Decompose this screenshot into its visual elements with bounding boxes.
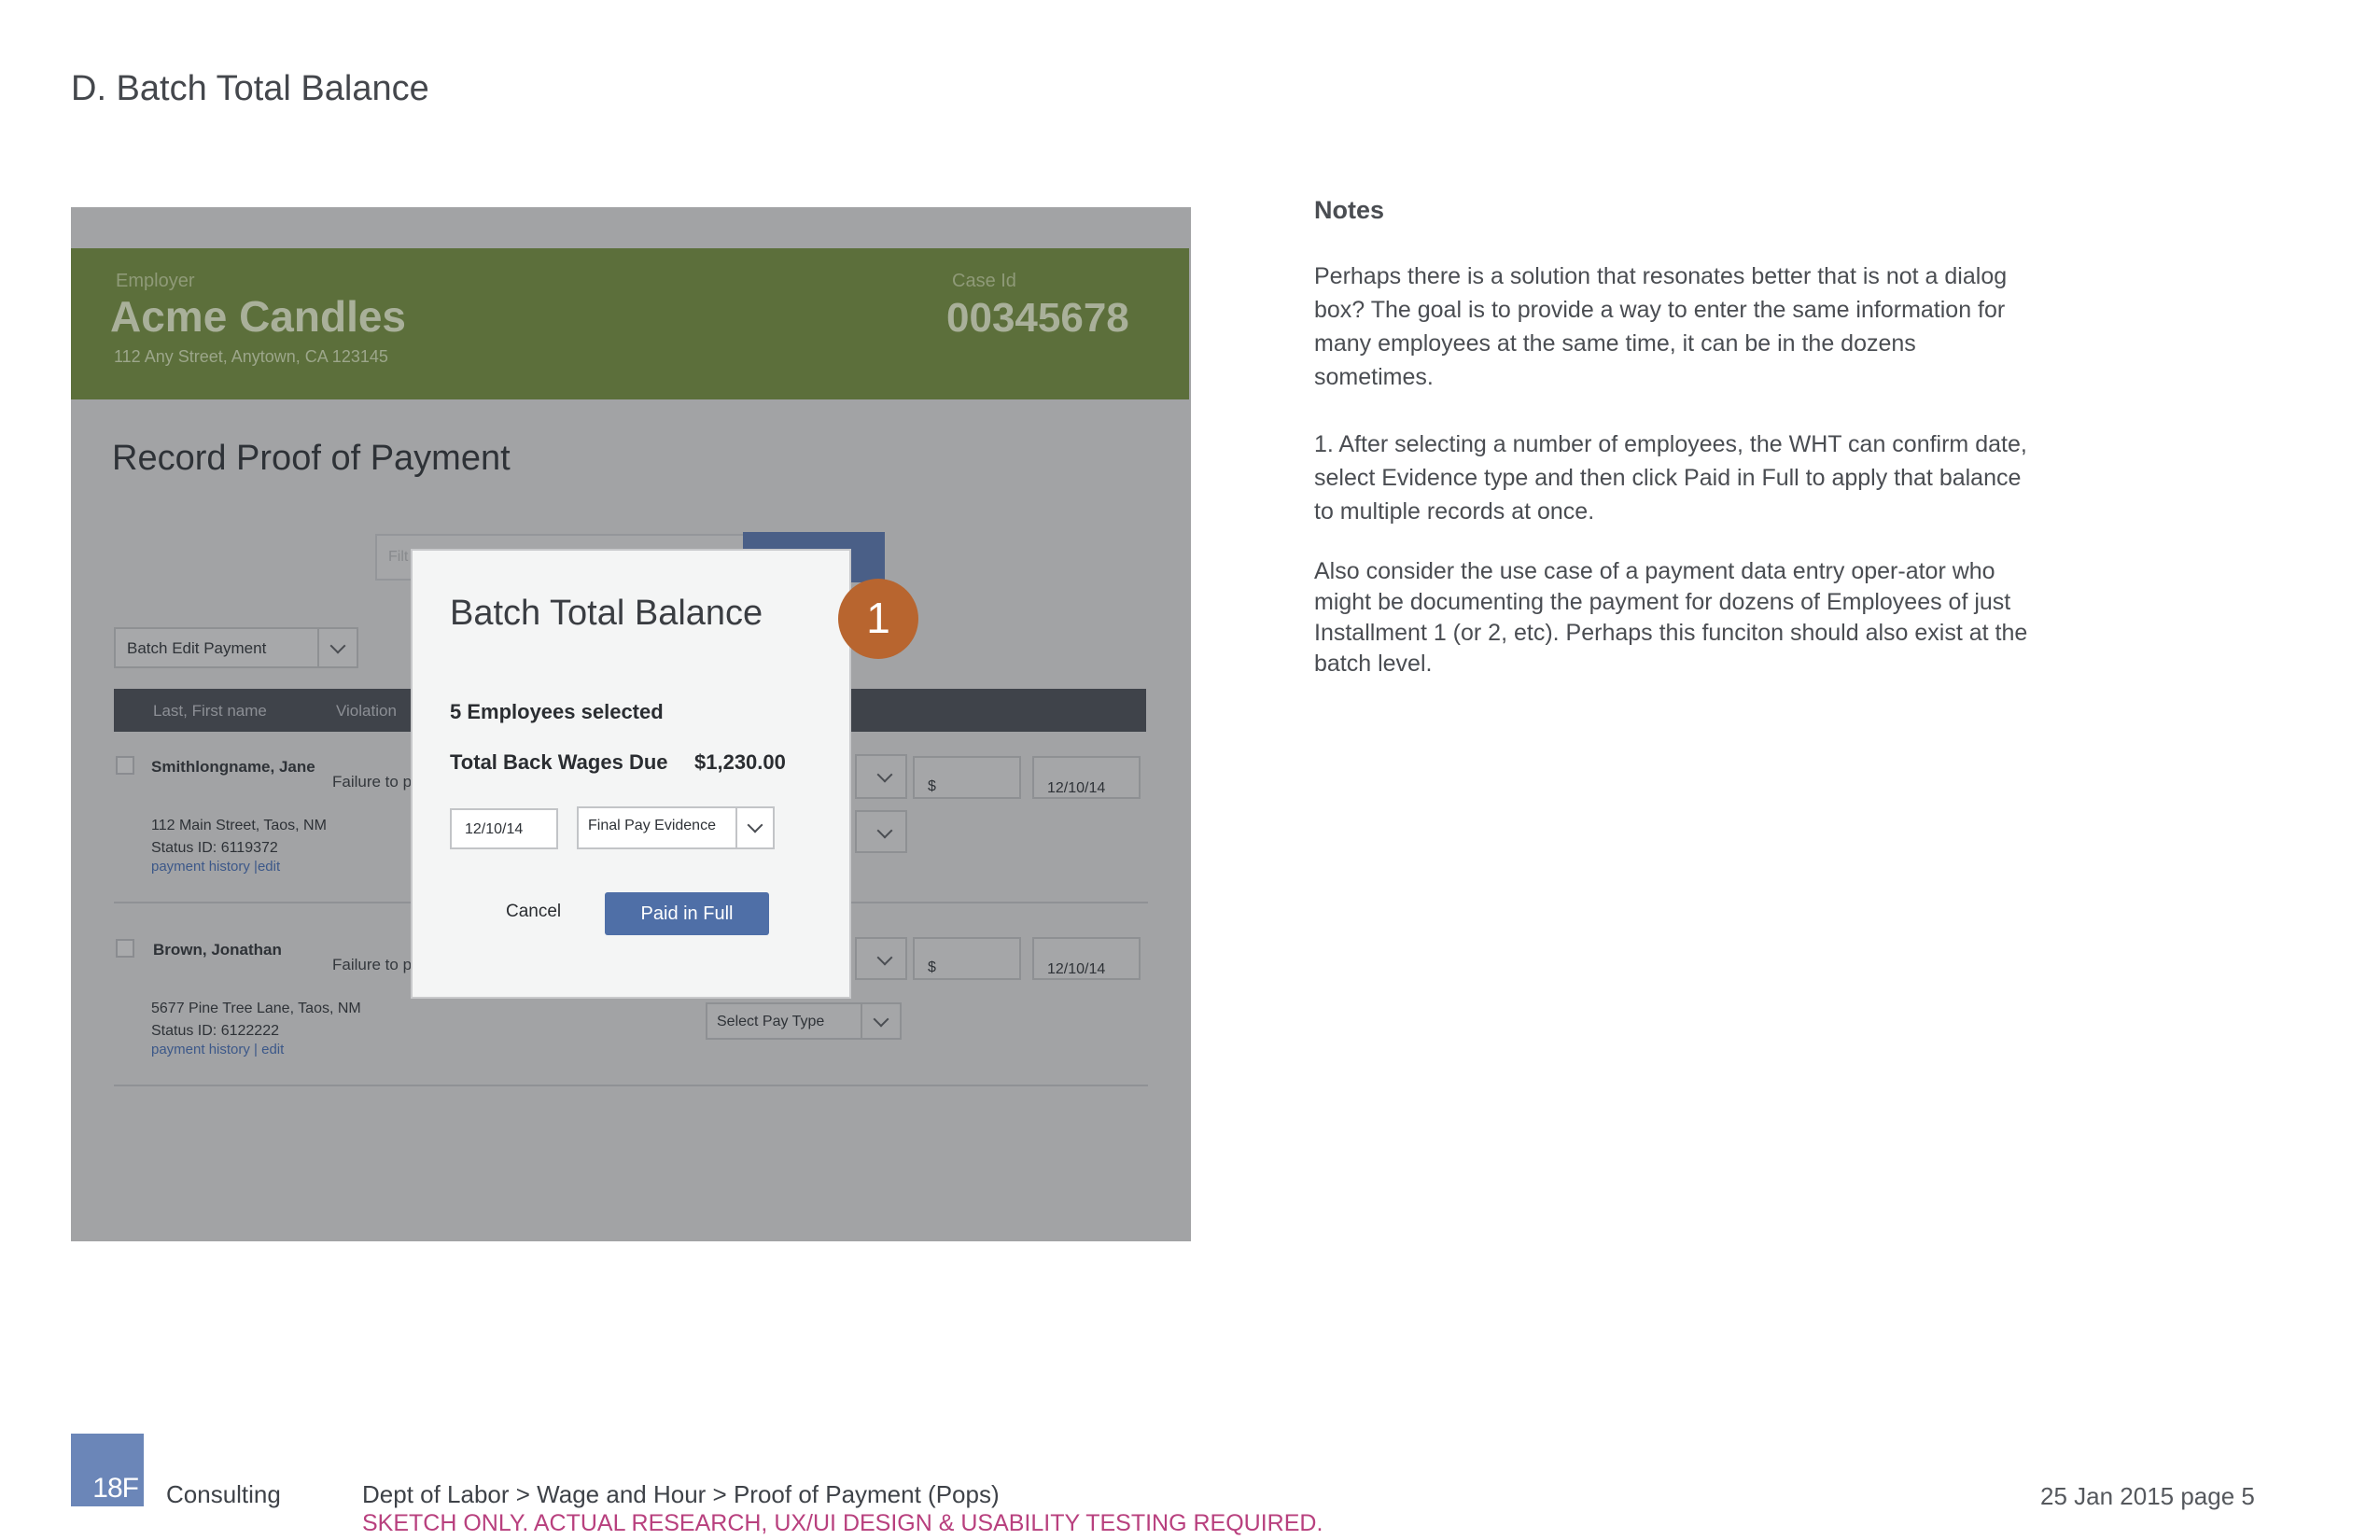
total-back-wages-value: $1,230.00 — [694, 750, 786, 774]
chevron-down-icon — [876, 822, 893, 839]
column-header-name: Last, First name — [153, 702, 267, 720]
violation-text: Failure to p — [332, 773, 413, 791]
batch-edit-label: Batch Edit Payment — [127, 639, 267, 657]
paid-in-full-button[interactable]: Paid in Full — [605, 892, 769, 935]
evidence-type-label: Final Pay Evidence — [588, 818, 716, 833]
batch-edit-select[interactable]: Batch Edit Payment — [114, 627, 358, 668]
notes-heading: Notes — [1314, 196, 1385, 224]
chevron-down-icon — [876, 766, 893, 783]
employee-name[interactable]: Smithlongname, Jane — [151, 758, 315, 777]
status-id: Status ID: 6119372 — [151, 840, 278, 856]
page-title: D. Batch Total Balance — [71, 69, 429, 108]
case-id-label: Case Id — [952, 271, 1016, 291]
payment-date-field[interactable]: 12/10/14 — [450, 808, 558, 849]
batch-total-dialog: Batch Total Balance 5 Employees selected… — [411, 549, 851, 999]
employer-name: Acme Candles — [110, 292, 407, 341]
date-field[interactable]: 12/10/14 — [1032, 937, 1141, 980]
amount-field[interactable]: $ — [913, 937, 1021, 980]
dialog-title: Batch Total Balance — [450, 594, 763, 633]
employer-label: Employer — [116, 271, 195, 291]
case-id: 00345678 — [946, 295, 1129, 341]
employees-selected-count: 5 Employees selected — [450, 700, 664, 723]
chevron-down-icon — [873, 1011, 889, 1028]
employer-address: 112 Any Street, Anytown, CA 123145 — [114, 347, 388, 366]
chevron-down-icon — [747, 817, 763, 833]
row-select[interactable] — [855, 754, 907, 799]
logo-text: 18F — [92, 1473, 139, 1504]
pay-type-label: Select Pay Type — [717, 1014, 825, 1029]
row-checkbox[interactable] — [116, 939, 134, 958]
evidence-type-select[interactable]: Final Pay Evidence — [577, 806, 775, 849]
record-payment-title: Record Proof of Payment — [112, 439, 511, 478]
total-back-wages-label: Total Back Wages Due — [450, 750, 668, 774]
chevron-down-icon — [329, 637, 346, 654]
status-id: Status ID: 6122222 — [151, 1023, 279, 1039]
date-page-number: 25 Jan 2015 page 5 — [2040, 1482, 2255, 1510]
cancel-button[interactable]: Cancel — [506, 902, 561, 922]
notes-paragraph-3: Also consider the use case of a payment … — [1314, 558, 2028, 677]
notes-paragraph-2: 1. After selecting a number of employees… — [1314, 431, 2027, 525]
column-header-violation: Violation — [336, 702, 397, 720]
row-select[interactable] — [855, 810, 907, 853]
employee-name[interactable]: Brown, Jonathan — [153, 941, 282, 959]
row-select[interactable] — [855, 937, 907, 980]
disclaimer-text: SKETCH ONLY. ACTUAL RESEARCH, UX/UI DESI… — [362, 1510, 1323, 1536]
row-checkbox[interactable] — [116, 756, 134, 775]
consulting-label: Consulting — [166, 1480, 281, 1508]
breadcrumb: Dept of Labor > Wage and Hour > Proof of… — [362, 1480, 1000, 1508]
annotation-badge: 1 — [838, 579, 918, 659]
notes-paragraph-1: Perhaps there is a solution that resonat… — [1314, 263, 2008, 390]
employee-address: 112 Main Street, Taos, NM — [151, 818, 327, 833]
18f-logo: 18F — [71, 1434, 144, 1506]
employee-address: 5677 Pine Tree Lane, Taos, NM — [151, 1001, 361, 1016]
row-divider — [114, 1085, 1148, 1086]
chevron-down-icon — [876, 949, 893, 966]
violation-text: Failure to p — [332, 956, 413, 973]
pay-type-select[interactable]: Select Pay Type — [706, 1002, 902, 1040]
payment-history-link[interactable]: payment history |edit — [151, 859, 280, 875]
date-field[interactable]: 12/10/14 — [1032, 756, 1141, 799]
amount-field[interactable]: $ — [913, 756, 1021, 799]
payment-history-link[interactable]: payment history | edit — [151, 1042, 284, 1057]
